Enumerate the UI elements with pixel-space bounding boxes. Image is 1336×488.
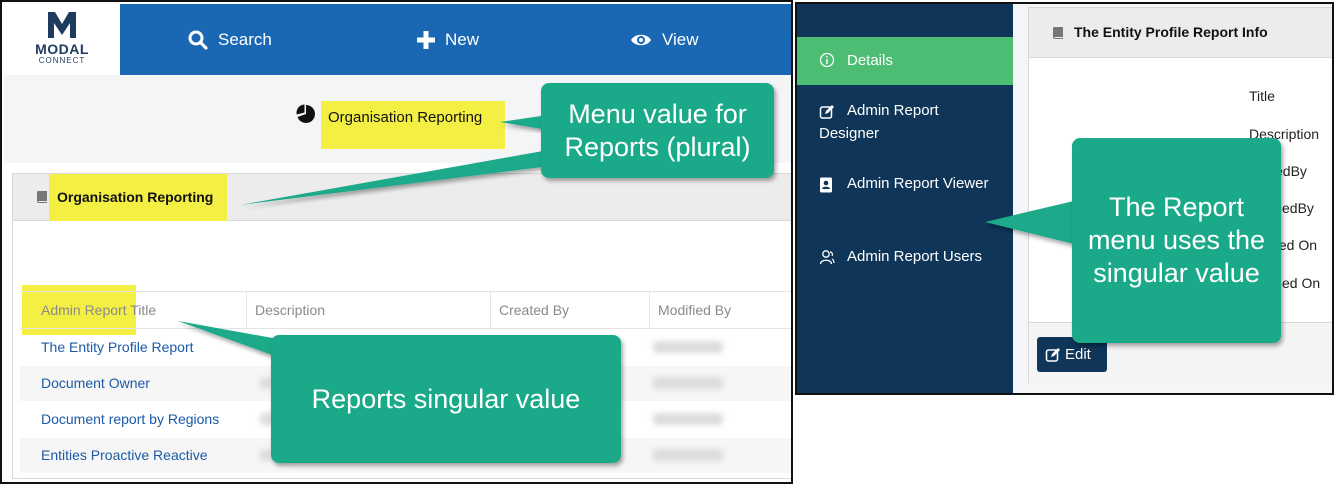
sidebar-item-details[interactable]: Details [797, 37, 1013, 85]
info-panel-header: The Entity Profile Report Info [1029, 8, 1332, 58]
callout-plural-text: Menu value for Reports (plural) [564, 98, 751, 162]
sidebar-item-label: Admin Report Designer [819, 102, 939, 142]
modal-logo-icon [48, 11, 76, 38]
field-label-modified-on: fied On [1275, 275, 1321, 291]
eye-icon [631, 34, 651, 45]
nav-new-button[interactable]: New [417, 4, 479, 75]
sidebar-item-report-users[interactable]: Admin Report Users [797, 245, 1013, 275]
field-label-title: Title [1249, 88, 1275, 104]
search-icon [188, 30, 208, 50]
nav-new-label: New [445, 29, 480, 49]
sidebar-item-label: Admin Report Users [847, 248, 983, 265]
report-table-header: Admin Report Title Description Created B… [20, 291, 791, 329]
redacted-text [653, 341, 723, 353]
logo-name: MODAL [35, 41, 89, 57]
column-header-modified-by[interactable]: Modified By [649, 292, 791, 328]
field-label-created-on: ted On [1275, 237, 1318, 253]
report-title-link[interactable]: Document Owner [41, 375, 150, 391]
info-panel-title: The Entity Profile Report Info [1074, 24, 1268, 40]
column-header-created-by[interactable]: Created By [490, 292, 649, 328]
report-title-link[interactable]: Document report by Regions [41, 411, 219, 427]
users-icon [819, 250, 835, 265]
sidebar-item-report-designer[interactable]: Admin Report Designer [797, 99, 1013, 149]
info-circle-icon [819, 52, 835, 68]
top-navigation: Search New View [120, 4, 791, 75]
column-header-description[interactable]: Description [246, 292, 490, 328]
callout-menu-text: The Report menu uses the singular value [1087, 192, 1266, 288]
nav-view-label: View [662, 29, 699, 49]
panel-header: Organisation Reporting [13, 174, 791, 221]
callout-menu: The Report menu uses the singular value [1072, 138, 1281, 343]
report-title-link[interactable]: The Entity Profile Report [41, 339, 194, 355]
callout-singular: Reports singular value [271, 335, 621, 463]
nav-view-button[interactable]: View [630, 4, 699, 75]
org-reporting-menu-title: Organisation Reporting [328, 109, 483, 126]
column-header-title[interactable]: Admin Report Title [20, 292, 246, 328]
plus-icon [417, 30, 435, 49]
redacted-text [653, 377, 723, 389]
nav-search-label: Search [218, 29, 272, 49]
book-icon [37, 191, 47, 203]
redacted-text [653, 449, 723, 461]
book-icon [1053, 27, 1063, 39]
pie-chart-icon [296, 104, 315, 123]
panel-title: Organisation Reporting [57, 189, 214, 205]
annotated-screenshot: MODAL CONNECT Search New View Organisati… [0, 0, 1336, 488]
callout-singular-text: Reports singular value [311, 383, 581, 414]
edit-button-label: Edit [1065, 346, 1091, 363]
nav-search-button[interactable]: Search [188, 4, 272, 75]
callout-plural: Menu value for Reports (plural) [541, 83, 774, 178]
sidebar-item-label: Details [847, 52, 893, 69]
org-heading-icon-wrap [296, 104, 316, 124]
sidebar-item-label: Admin Report Viewer [847, 175, 989, 192]
report-title-link[interactable]: Entities Proactive Reactive [41, 447, 208, 463]
report-sidebar: Details Admin Report Designer Admin Repo… [797, 4, 1013, 393]
edit-square-icon [1045, 347, 1060, 362]
sidebar-item-report-viewer[interactable]: Admin Report Viewer [797, 172, 1013, 222]
app-logo[interactable]: MODAL CONNECT [4, 4, 120, 75]
redacted-text [653, 413, 723, 425]
logo-subtitle: CONNECT [38, 56, 86, 65]
